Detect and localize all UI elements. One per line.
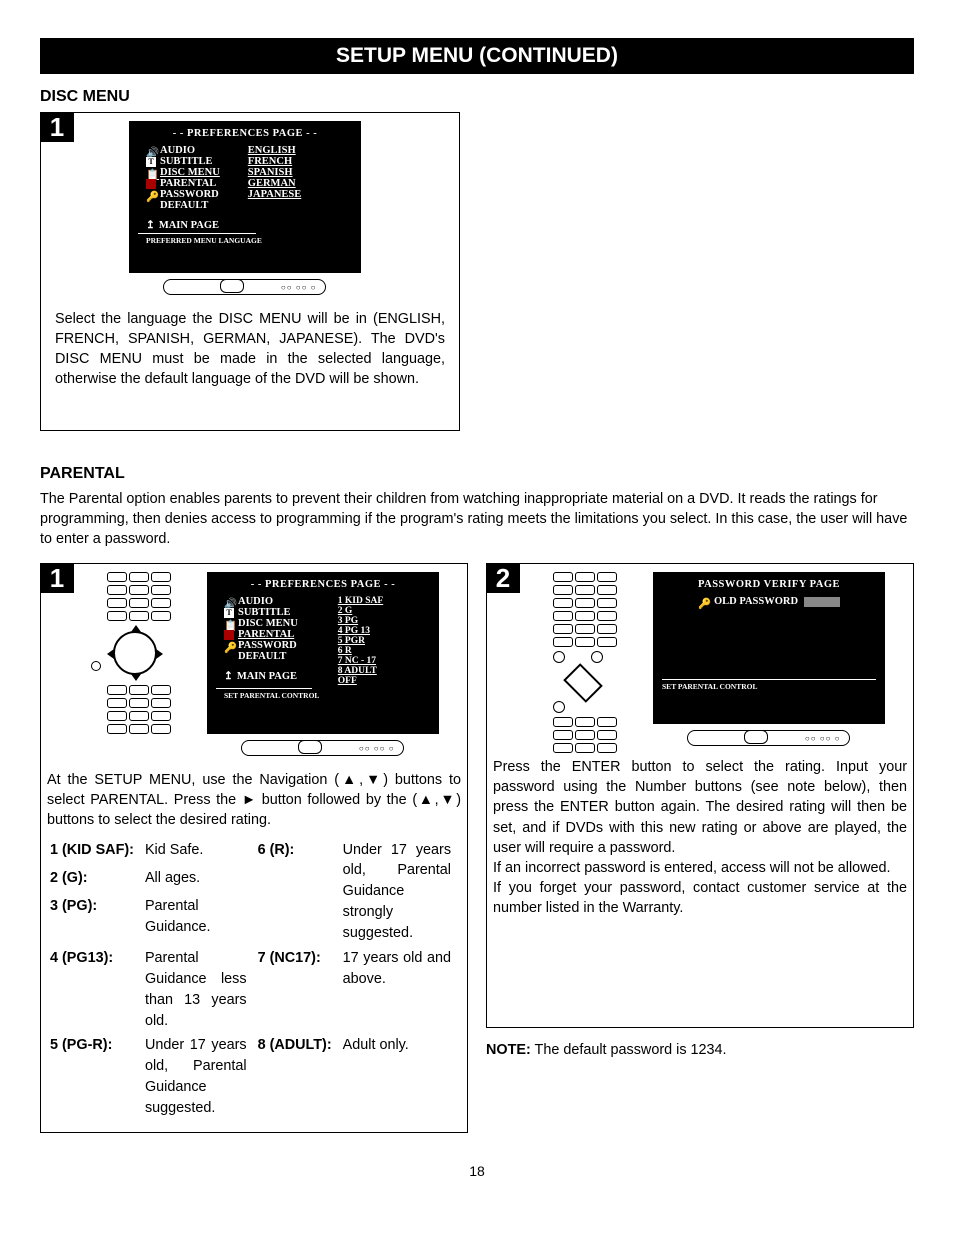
screen-footer: PREFERRED MENU LANGUAGE: [138, 236, 352, 245]
rating-desc: Under 17 years old, Parental Guidance st…: [342, 839, 459, 945]
option-german: GERMAN: [248, 178, 301, 189]
square-icon: [224, 630, 234, 640]
rating-desc: 17 years old and above.: [342, 947, 459, 1033]
page-header: SETUP MENU (CONTINUED): [40, 38, 914, 74]
screen-title: - - PREFERENCES PAGE - -: [216, 579, 430, 590]
main-page-link: ↥MAIN PAGE: [138, 219, 352, 231]
rating-option: 6 R: [338, 646, 383, 656]
section-disc-menu-title: DISC MENU: [40, 88, 914, 106]
rating-label: 3 (PG):: [49, 895, 142, 945]
step-number: 1: [40, 563, 74, 593]
rating-option: 3 PG: [338, 616, 383, 626]
rating-option: 2 G: [338, 606, 383, 616]
menu-disc-menu-selected: 📋DISC MENU: [146, 167, 220, 178]
navigation-pad-icon: [107, 625, 163, 681]
screen-footer: SET PARENTAL CONTROL: [662, 682, 876, 691]
square-icon: [146, 179, 156, 189]
rating-desc: Kid Safe.: [144, 839, 255, 865]
dvd-player-illustration: ○○ ○○ ○: [653, 730, 883, 748]
rating-desc: Parental Guidance.: [144, 895, 255, 945]
dvd-preferences-screen: - - PREFERENCES PAGE - - 🔊AUDIO TSUBTITL…: [130, 122, 360, 272]
rating-label: 6 (R):: [257, 839, 340, 865]
rating-label: 1 (KID SAF):: [49, 839, 142, 865]
parental-step-2: 2: [486, 563, 914, 1028]
screen-title: PASSWORD VERIFY PAGE: [662, 579, 876, 590]
text-icon: T: [146, 157, 156, 167]
rating-option: 5 PGR: [338, 636, 383, 646]
remote-illustration: [533, 572, 653, 753]
navigation-pad-icon: [553, 667, 609, 697]
rating-option: 4 PG 13: [338, 626, 383, 636]
rating-desc: Adult only.: [342, 1034, 459, 1120]
dvd-screen-container: - - PREFERENCES PAGE - - 🔊AUDIO TSUBTITL…: [207, 572, 439, 734]
password-input-box: [804, 597, 840, 607]
disc-icon: 📋: [146, 168, 156, 178]
main-page-link: ↥MAIN PAGE: [224, 670, 298, 682]
text-icon: T: [224, 608, 234, 618]
parental-step1-caption: At the SETUP MENU, use the Navigation (▲…: [41, 766, 467, 1132]
note-label: NOTE:: [486, 1042, 531, 1058]
option-french: FRENCH: [248, 156, 301, 167]
menu-audio: 🔊AUDIO: [224, 596, 298, 607]
arrow-icon: ↥: [146, 219, 155, 231]
ratings-table: 1 (KID SAF): Kid Safe. 6 (R): Under 17 y…: [47, 837, 461, 1122]
dvd-screen-container: PASSWORD VERIFY PAGE 🔑 OLD PASSWORD SET …: [653, 572, 885, 724]
rating-label: 4 (PG13):: [49, 947, 142, 1024]
rating-label: 7 (NC17):: [257, 947, 340, 1024]
rating-desc: Under 17 years old, Parental Guidance su…: [144, 1034, 255, 1120]
parental-step2-caption: Press the ENTER button to select the rat…: [487, 753, 913, 1027]
blank-icon: [224, 652, 234, 662]
menu-audio: 🔊AUDIO: [146, 145, 220, 156]
page-number: 18: [40, 1163, 914, 1179]
disc-menu-caption: Select the language the DISC MENU will b…: [49, 305, 451, 400]
disc-menu-step-1: 1 - - PREFERENCES PAGE - - 🔊AUDIO TSUBTI…: [40, 112, 460, 431]
step-number: 1: [40, 112, 74, 142]
remote-illustration: [87, 572, 207, 766]
dvd-parental-screen: - - PREFERENCES PAGE - - 🔊AUDIO TSUBTITL…: [208, 573, 438, 733]
parental-intro: The Parental option enables parents to p…: [40, 489, 914, 549]
menu-password: 🔑PASSWORD: [146, 189, 220, 200]
arrow-icon: ↥: [224, 670, 233, 682]
section-parental-title: PARENTAL: [40, 465, 914, 483]
rating-option: 8 ADULT: [338, 666, 383, 676]
speaker-icon: 🔊: [146, 146, 156, 156]
screen-footer: SET PARENTAL CONTROL: [216, 691, 430, 700]
rating-label: 5 (PG-R):: [49, 1034, 142, 1120]
rating-option: OFF: [338, 676, 383, 686]
rating-label: 8 (ADULT):: [257, 1034, 340, 1120]
step-number: 2: [486, 563, 520, 593]
password-note: NOTE: The default password is 1234.: [486, 1040, 914, 1060]
rating-option: 1 KID SAF: [338, 596, 383, 606]
key-icon: 🔑: [698, 597, 708, 607]
key-icon: 🔑: [224, 641, 234, 651]
dvd-password-screen: PASSWORD VERIFY PAGE 🔑 OLD PASSWORD SET …: [654, 573, 884, 723]
option-english: ENGLISH: [248, 145, 301, 156]
disc-icon: 📋: [224, 619, 234, 629]
rating-desc: All ages.: [144, 867, 255, 893]
rating-label: 2 (G):: [49, 867, 142, 893]
rating-desc: Parental Guidance less than 13 years old…: [144, 947, 255, 1033]
menu-disc-menu: 📋DISC MENU: [224, 618, 298, 629]
dvd-player-illustration: ○○ ○○ ○: [129, 279, 359, 305]
old-password-label: OLD PASSWORD: [714, 596, 798, 607]
parental-step-1: 1: [40, 563, 468, 1133]
key-icon: 🔑: [146, 190, 156, 200]
dvd-screen-container: - - PREFERENCES PAGE - - 🔊AUDIO TSUBTITL…: [129, 121, 361, 273]
speaker-icon: 🔊: [224, 597, 234, 607]
rating-option: 7 NC - 17: [338, 656, 383, 666]
note-text: The default password is 1234.: [531, 1042, 727, 1058]
dvd-player-illustration: ○○ ○○ ○: [207, 740, 437, 766]
option-japanese: JAPANESE: [248, 189, 301, 200]
instruction-text: At the SETUP MENU, use the Navigation (▲…: [47, 770, 461, 830]
blank-icon: [146, 201, 156, 211]
screen-title: - - PREFERENCES PAGE - -: [138, 128, 352, 139]
menu-password: 🔑PASSWORD: [224, 640, 298, 651]
option-spanish: SPANISH: [248, 167, 301, 178]
